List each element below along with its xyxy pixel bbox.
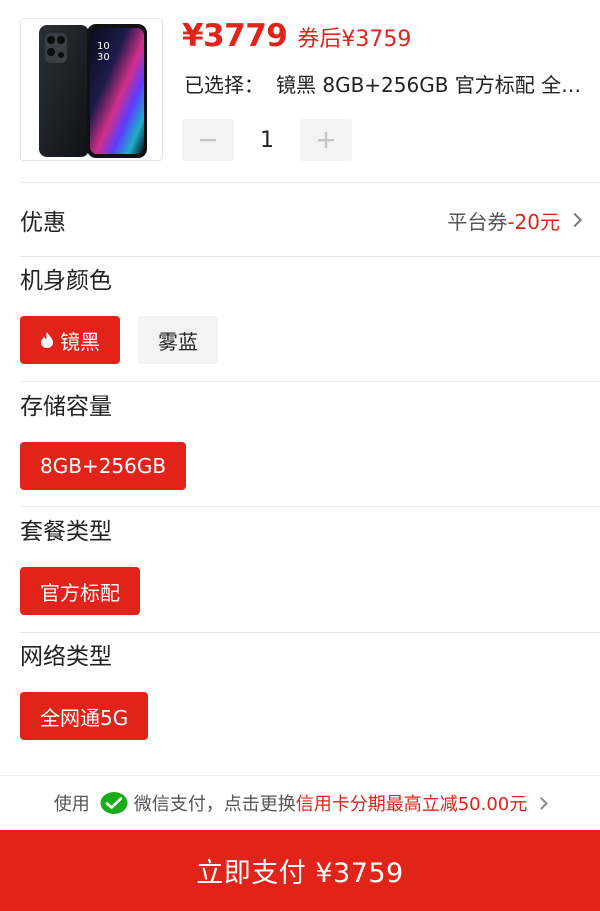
product-header: 10 30 ¥3779 券后¥3759 已选择： 镜黑 8GB+256GB 官方标… <box>0 0 600 182</box>
selected-spec: 已选择： 镜黑 8GB+256GB 官方标配 全网通5G <box>184 70 586 100</box>
divider <box>20 506 600 507</box>
quantity-value[interactable]: 1 <box>234 128 300 153</box>
payment-promo: 信用卡分期最高立减50.00元 <box>295 794 528 815</box>
color-option-label: 雾蓝 <box>158 329 198 354</box>
storage-section-title: 存储容量 <box>20 394 112 420</box>
package-section-title: 套餐类型 <box>20 519 112 545</box>
decrease-quantity-button[interactable] <box>182 119 234 161</box>
discount-value: 平台券 -20元 <box>447 206 583 235</box>
payment-prefix: 使用 <box>53 794 90 815</box>
discount-amount: -20元 <box>507 209 560 234</box>
plus-icon <box>318 132 334 148</box>
quantity-stepper: 1 <box>182 119 352 161</box>
svg-text:10: 10 <box>97 41 110 52</box>
discount-title: 优惠 <box>20 210 66 236</box>
package-option-label: 官方标配 <box>40 580 120 605</box>
network-option-5g[interactable]: 全网通5G <box>20 692 149 740</box>
phone-product-image: 10 30 <box>39 24 147 158</box>
product-price: ¥3779 <box>182 18 288 54</box>
chevron-right-icon <box>535 796 549 810</box>
color-option-mirror-black[interactable]: 镜黑 <box>20 316 120 364</box>
selected-spec-prefix: 已选择： <box>184 73 264 97</box>
package-options: 官方标配 <box>20 567 600 615</box>
svg-text:30: 30 <box>97 52 110 63</box>
network-section: 网络类型 全网通5G <box>20 642 600 740</box>
payment-method-row[interactable]: 使用 微信支付，点击更换 信用卡分期最高立减50.00元 <box>0 775 600 830</box>
storage-option-label: 8GB+256GB <box>40 454 167 478</box>
discount-label: 平台券 <box>447 209 508 234</box>
storage-section: 存储容量 8GB+256GB <box>20 392 600 490</box>
package-section: 套餐类型 官方标配 <box>20 517 600 615</box>
divider <box>20 256 600 257</box>
network-section-title: 网络类型 <box>20 644 112 670</box>
divider <box>20 381 600 382</box>
package-option-official[interactable]: 官方标配 <box>20 567 140 615</box>
selected-spec-value: 镜黑 8GB+256GB 官方标配 全网通5G <box>276 73 586 97</box>
color-options: 镜黑 雾蓝 <box>20 316 600 364</box>
coupon-price: 券后¥3759 <box>297 27 412 52</box>
product-thumbnail[interactable]: 10 30 <box>20 18 163 161</box>
storage-option-8gb-256gb[interactable]: 8GB+256GB <box>20 442 187 490</box>
discount-row[interactable]: 优惠 平台券 -20元 <box>0 183 600 257</box>
network-options: 全网通5G <box>20 692 600 740</box>
color-section: 机身颜色 镜黑 雾蓝 <box>20 266 600 364</box>
chevron-right-icon <box>567 212 583 228</box>
color-option-mist-blue[interactable]: 雾蓝 <box>138 316 218 364</box>
pay-now-button[interactable]: 立即支付 ¥3759 <box>0 830 600 911</box>
increase-quantity-button[interactable] <box>300 119 352 161</box>
flame-icon <box>41 332 53 348</box>
divider <box>20 632 600 633</box>
wechat-pay-icon <box>100 791 128 815</box>
color-section-title: 机身颜色 <box>20 268 112 294</box>
minus-icon <box>200 139 216 142</box>
color-option-label: 镜黑 <box>60 329 100 354</box>
price-line: ¥3779 券后¥3759 <box>182 18 411 60</box>
network-option-label: 全网通5G <box>40 705 129 730</box>
payment-method-text: 微信支付，点击更换 <box>133 794 296 815</box>
storage-options: 8GB+256GB <box>20 442 600 490</box>
